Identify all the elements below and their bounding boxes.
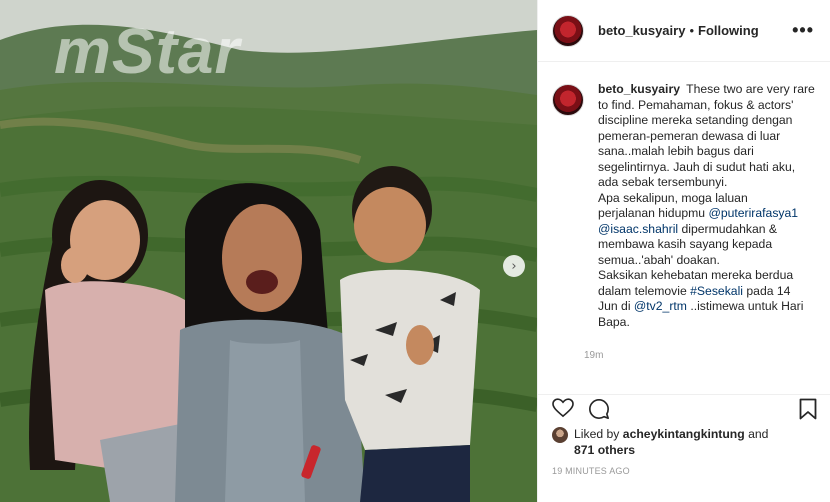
post-side-panel: beto_kusyairy • Following ••• beto_kusya… — [537, 0, 830, 502]
caption-line: Saksikan kehebatan mereka berdua — [598, 268, 794, 282]
caption-line: Apa sekalipun, moga laluan — [598, 190, 748, 205]
liker-username[interactable]: acheykintangkintung — [623, 427, 745, 441]
header-username[interactable]: beto_kusyairy — [598, 23, 685, 38]
caption-line: Jun di @tv2_rtm ..istimewa untuk Hari — [598, 299, 820, 315]
hashtag-link[interactable]: #Sesekali — [690, 284, 743, 298]
post-timestamp[interactable]: 19 MINUTES AGO — [552, 466, 630, 476]
post-header: beto_kusyairy • Following ••• — [538, 0, 830, 62]
more-options-icon[interactable]: ••• — [792, 20, 814, 41]
caption-text: beto_kusyairy These two are very rare to… — [598, 82, 820, 330]
next-arrow-glyph: › — [511, 258, 517, 274]
likes-count[interactable]: 871 others — [574, 443, 635, 457]
liked-by-prefix: Liked by — [574, 427, 620, 441]
caption-fragment: perjalanan hidupmu — [598, 206, 706, 220]
caption-fragment: ..istimewa untuk Hari — [690, 299, 804, 313]
likes-and: and — [748, 427, 769, 441]
likes-text: Liked by acheykintangkintung and 871 oth… — [574, 427, 768, 458]
avatar[interactable] — [552, 14, 584, 47]
caption-fragment: Jun di — [598, 299, 631, 313]
caption-line: segelintirnya. Jauh di sudut hati aku, — [598, 159, 796, 174]
caption-line: perjalanan hidupmu @puterirafasya1 — [598, 206, 820, 222]
follow-status-button[interactable]: Following — [698, 23, 759, 38]
caption-line: pemeran-pemeran dewasa di luar — [598, 128, 781, 143]
caption-fragment: These two are very rare — [686, 82, 815, 96]
caption-avatar[interactable] — [552, 84, 584, 116]
post-photo[interactable]: mStar › — [0, 0, 537, 502]
post-actions: Liked by acheykintangkintung and 871 oth… — [538, 394, 830, 502]
caption-line: Bapa. — [598, 314, 630, 329]
caption-line: membawa kasih sayang kepada — [598, 237, 773, 251]
caption-line: dalam telemovie #Sesekali pada 14 — [598, 284, 820, 300]
caption-line: semua..'abah' doakan. — [598, 252, 720, 267]
header-separator: • — [689, 23, 694, 38]
mention-link[interactable]: @isaac.shahril — [598, 222, 678, 236]
caption-username[interactable]: beto_kusyairy — [598, 82, 680, 96]
bookmark-icon[interactable] — [799, 398, 817, 420]
chevron-right-icon[interactable]: › — [503, 255, 525, 277]
caption-line: to find. Pemahaman, fokus & actors' — [598, 97, 794, 112]
caption-fragment: dipermudahkan & — [681, 221, 778, 236]
heart-icon[interactable] — [552, 398, 574, 418]
caption-line: sana..malah lebih bagus dari — [598, 144, 754, 158]
caption-line: beto_kusyairy These two are very rare — [598, 82, 820, 98]
mstar-watermark: mStar — [54, 15, 241, 87]
action-icons — [552, 395, 817, 423]
caption-time: 19m — [584, 350, 604, 361]
caption-fragment: dalam telemovie — [598, 283, 687, 298]
caption-fragment: pada 14 — [746, 283, 791, 298]
instagram-post: mStar › beto_kusyairy • Following ••• be… — [0, 0, 830, 502]
mention-link[interactable]: @puterirafasya1 — [708, 206, 798, 220]
caption-line: discipline mereka setanding dengan — [598, 113, 793, 127]
caption-line: @isaac.shahril dipermudahkan & — [598, 222, 820, 238]
mention-link[interactable]: @tv2_rtm — [634, 299, 687, 313]
comment-icon[interactable] — [588, 398, 610, 420]
caption: beto_kusyairy These two are very rare to… — [552, 82, 822, 330]
liker-avatar[interactable] — [552, 427, 568, 443]
likes-summary: Liked by acheykintangkintung and 871 oth… — [552, 427, 817, 458]
caption-line: ada sebak tersembunyi. — [598, 175, 728, 189]
